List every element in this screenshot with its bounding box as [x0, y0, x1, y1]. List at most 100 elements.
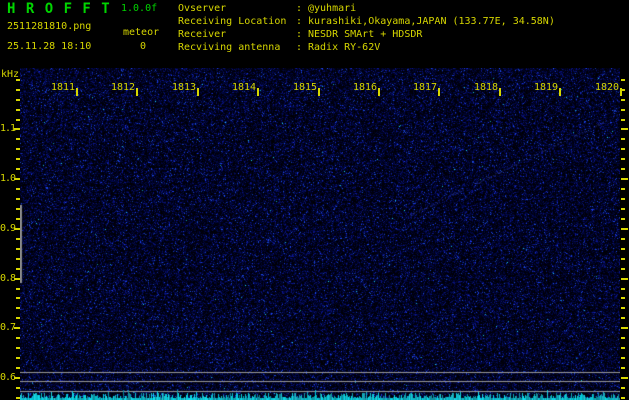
- time-axis-tick: [136, 88, 138, 96]
- axis-tick: [14, 128, 20, 130]
- axis-tick: [621, 397, 625, 399]
- axis-tick: [16, 288, 20, 290]
- axis-tick: [621, 119, 625, 121]
- axis-tick: [16, 158, 20, 160]
- time-axis-tick: [257, 88, 259, 96]
- info-row: Receiver: NESDR SMArt + HDSDR: [178, 28, 555, 41]
- axis-tick: [16, 138, 20, 140]
- axis-tick: [16, 347, 20, 349]
- axis-tick: [621, 248, 625, 250]
- axis-tick: [621, 128, 628, 130]
- info-colon: :: [296, 16, 303, 27]
- axis-tick: [621, 337, 625, 339]
- freq-tick-label: 1.0: [0, 173, 16, 184]
- axis-tick: [14, 178, 20, 180]
- info-value: @yuhmari: [308, 3, 357, 14]
- axis-tick: [16, 238, 20, 240]
- time-axis-tick: [620, 88, 622, 96]
- freq-tick-label: 0.9: [0, 223, 16, 234]
- info-row: Ovserver: @yuhmari: [178, 2, 555, 15]
- axis-tick: [16, 168, 20, 170]
- info-colon: :: [296, 42, 303, 53]
- freq-tick-label: 0.6: [0, 372, 16, 383]
- axis-tick: [621, 168, 625, 170]
- axis-tick: [621, 278, 628, 280]
- time-tick-label: 1815: [292, 82, 318, 93]
- freq-tick-label: 1.1: [0, 123, 16, 134]
- axis-tick: [16, 188, 20, 190]
- info-value: NESDR SMArt + HDSDR: [308, 29, 423, 40]
- axis-tick: [16, 119, 20, 121]
- axis-tick: [621, 288, 625, 290]
- axis-tick: [16, 397, 20, 399]
- axis-tick: [16, 337, 20, 339]
- axis-tick: [16, 109, 20, 111]
- axis-tick: [16, 198, 20, 200]
- time-axis-tick: [378, 88, 380, 96]
- info-label: Ovserver: [178, 3, 227, 14]
- axis-tick: [16, 357, 20, 359]
- axis-tick: [621, 138, 625, 140]
- axis-tick: [16, 89, 20, 91]
- axis-tick: [621, 347, 625, 349]
- axis-tick: [16, 79, 20, 81]
- axis-tick: [621, 357, 625, 359]
- time-tick-label: 1814: [231, 82, 257, 93]
- info-colon: :: [296, 29, 303, 40]
- axis-tick: [621, 238, 625, 240]
- time-axis-tick: [76, 88, 78, 96]
- axis-tick: [621, 178, 628, 180]
- spectrogram-canvas: [20, 68, 620, 400]
- time-tick-label: 1819: [533, 82, 559, 93]
- info-label: Receiver: [178, 29, 227, 40]
- axis-tick: [621, 327, 628, 329]
- axis-tick: [16, 297, 20, 299]
- axis-tick: [14, 278, 20, 280]
- axis-tick: [621, 99, 625, 101]
- meteor-count-value: 0: [140, 41, 147, 52]
- axis-tick: [16, 367, 20, 369]
- axis-tick: [14, 228, 20, 230]
- axis-tick: [621, 188, 625, 190]
- info-row: Receiving Location: kurashiki,Okayama,JAP…: [178, 15, 555, 28]
- axis-tick: [621, 228, 628, 230]
- station-info: Ovserver: @yuhmari Receiving Location: kura…: [178, 2, 555, 54]
- axis-tick: [621, 79, 625, 81]
- axis-tick: [16, 208, 20, 210]
- axis-tick: [16, 268, 20, 270]
- axis-tick: [16, 307, 20, 309]
- app-version: 1.0.0f: [121, 3, 158, 14]
- info-value: Radix RY-62V: [308, 42, 381, 53]
- axis-tick: [621, 387, 625, 389]
- output-filename: 2511281810.png: [7, 21, 92, 32]
- axis-tick: [16, 148, 20, 150]
- axis-tick: [621, 268, 625, 270]
- axis-tick: [621, 258, 625, 260]
- time-tick-label: 1811: [50, 82, 76, 93]
- info-row: Recviving antenna: Radix RY-62V: [178, 41, 555, 54]
- axis-tick: [621, 198, 625, 200]
- axis-tick: [621, 297, 625, 299]
- axis-tick: [621, 158, 625, 160]
- axis-tick: [14, 327, 20, 329]
- time-axis-tick: [499, 88, 501, 96]
- axis-tick: [621, 208, 625, 210]
- time-axis-tick: [318, 88, 320, 96]
- time-tick-label: 1817: [412, 82, 438, 93]
- time-tick-label: 1813: [171, 82, 197, 93]
- axis-tick: [621, 317, 625, 319]
- axis-tick: [16, 248, 20, 250]
- hrofft-window: H R O F F T 1.0.0f 2511281810.png meteor…: [0, 0, 629, 400]
- axis-tick: [621, 377, 628, 379]
- axis-tick: [621, 148, 625, 150]
- time-axis-tick: [438, 88, 440, 96]
- app-title: H R O F F T: [7, 1, 111, 17]
- time-tick-label: 1818: [473, 82, 499, 93]
- time-tick-label: 1812: [110, 82, 136, 93]
- freq-tick-label: 0.8: [0, 273, 16, 284]
- info-value: kurashiki,Okayama,JAPAN (133.77E, 34.58N…: [308, 16, 555, 27]
- axis-tick: [621, 367, 625, 369]
- info-colon: :: [296, 3, 303, 14]
- axis-tick: [16, 218, 20, 220]
- axis-tick: [621, 307, 625, 309]
